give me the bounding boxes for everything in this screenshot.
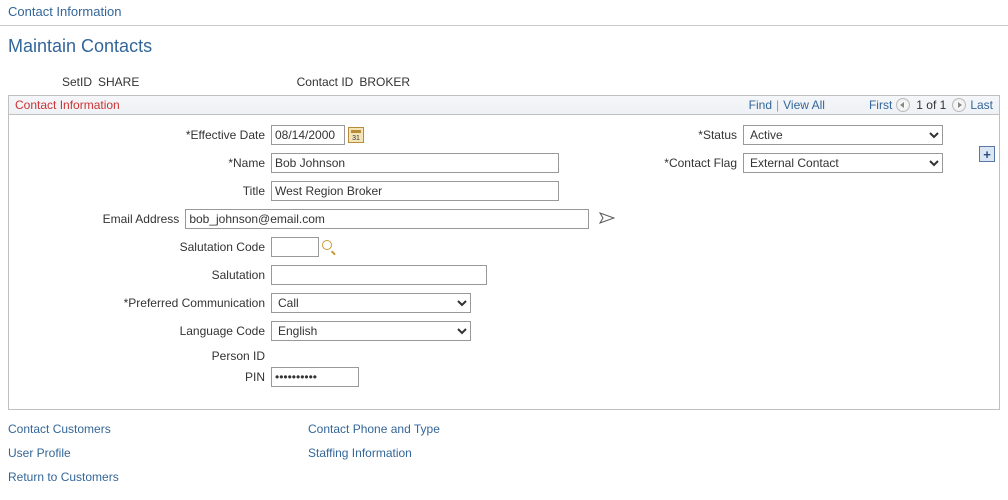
contact-flag-label: *Contact Flag	[645, 156, 743, 170]
title-label: Title	[15, 184, 271, 198]
effective-date-input[interactable]	[271, 125, 345, 145]
status-label: *Status	[645, 128, 743, 142]
contact-customers-link[interactable]: Contact Customers	[8, 422, 308, 436]
send-email-icon[interactable]	[599, 212, 615, 227]
staffing-info-link[interactable]: Staffing Information	[308, 446, 608, 460]
return-to-customers-link[interactable]: Return to Customers	[8, 470, 308, 484]
salutation-code-input[interactable]	[271, 237, 319, 257]
form-right-column: *Status Active *Contact Flag External Co…	[615, 125, 995, 395]
setid-value: SHARE	[98, 75, 139, 89]
effective-date-label: *Effective Date	[15, 128, 271, 142]
add-row-button[interactable]: +	[979, 146, 995, 162]
user-profile-link[interactable]: User Profile	[8, 446, 308, 460]
language-code-label: Language Code	[15, 324, 271, 338]
find-link[interactable]: Find	[749, 98, 772, 112]
status-select[interactable]: Active	[743, 125, 943, 145]
view-all-link[interactable]: View All	[783, 98, 825, 112]
panel-body: *Effective Date *Name Title Email Addres…	[9, 115, 999, 409]
title-input[interactable]	[271, 181, 559, 201]
contact-flag-select[interactable]: External Contact	[743, 153, 943, 173]
calendar-icon[interactable]	[348, 127, 364, 143]
page-title: Maintain Contacts	[0, 26, 1008, 75]
lookup-icon[interactable]	[322, 240, 336, 254]
salutation-input[interactable]	[271, 265, 487, 285]
pin-input[interactable]	[271, 367, 359, 387]
person-id-label: Person ID	[15, 349, 271, 363]
preferred-comm-select[interactable]: Call	[271, 293, 471, 313]
first-link[interactable]: First	[869, 98, 892, 112]
name-input[interactable]	[271, 153, 559, 173]
contact-phone-link[interactable]: Contact Phone and Type	[308, 422, 608, 436]
next-arrow-icon[interactable]	[952, 98, 966, 112]
panel-nav: Find | View All First 1 of 1 Last	[749, 98, 993, 112]
panel-title: Contact Information	[15, 98, 120, 112]
pin-label: PIN	[15, 370, 271, 384]
record-header: SetID SHARE Contact ID BROKER	[0, 75, 1008, 95]
language-code-select[interactable]: English	[271, 321, 471, 341]
name-label: *Name	[15, 156, 271, 170]
position-label: 1 of 1	[916, 98, 946, 112]
bottom-links: Contact Customers User Profile Return to…	[0, 418, 1008, 498]
prev-arrow-icon[interactable]	[896, 98, 910, 112]
email-input[interactable]	[185, 209, 589, 229]
last-link[interactable]: Last	[970, 98, 993, 112]
nav-separator: |	[776, 98, 779, 112]
breadcrumb: Contact Information	[0, 0, 1008, 26]
email-label: Email Address	[15, 212, 185, 226]
contactid-value: BROKER	[359, 75, 410, 89]
salutation-label: Salutation	[15, 268, 271, 282]
form-left-column: *Effective Date *Name Title Email Addres…	[15, 125, 615, 395]
salutation-code-label: Salutation Code	[15, 240, 271, 254]
preferred-comm-label: *Preferred Communication	[15, 296, 271, 310]
setid-label: SetID	[8, 75, 98, 89]
contactid-label: Contact ID	[279, 75, 359, 89]
contact-info-panel: Contact Information Find | View All Firs…	[8, 95, 1000, 410]
panel-header: Contact Information Find | View All Firs…	[9, 96, 999, 115]
